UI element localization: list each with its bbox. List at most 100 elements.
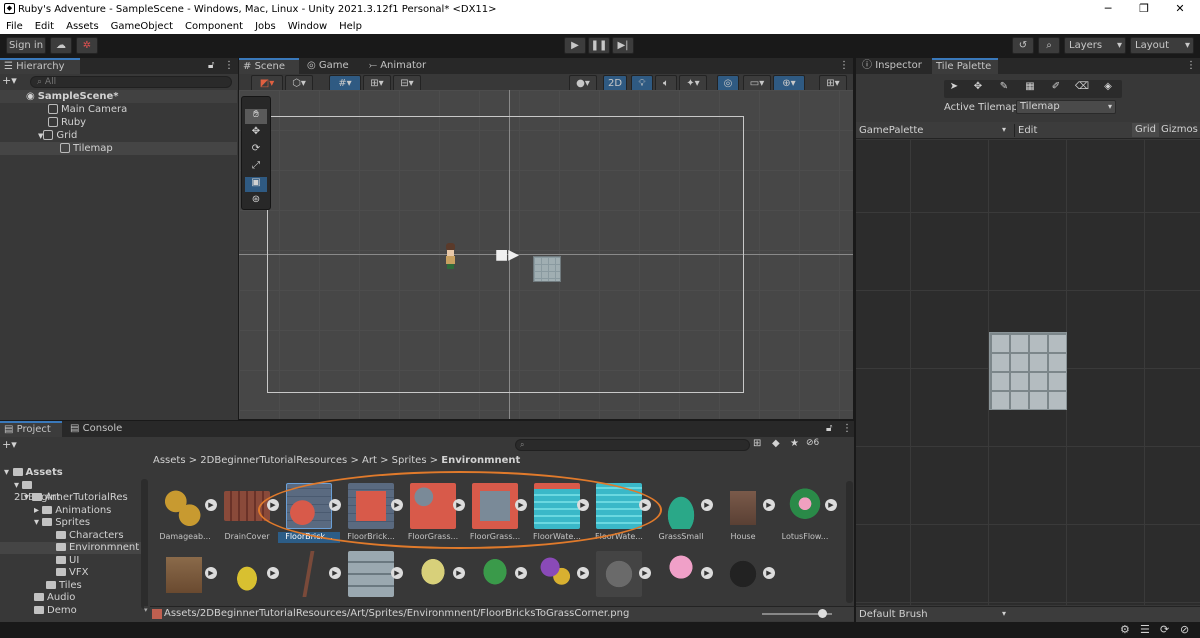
- project-search-input[interactable]: ⌕: [515, 439, 750, 451]
- tree-item-2dbeginner[interactable]: ▾ 2DBeginnerTutorialRes: [0, 480, 145, 503]
- edit-button[interactable]: Edit: [1014, 124, 1037, 137]
- select-tool-icon[interactable]: ➤: [944, 81, 964, 92]
- paint-brush-icon[interactable]: ✎: [994, 81, 1014, 92]
- add-button[interactable]: +▾: [2, 75, 22, 87]
- close-button[interactable]: ✕: [1162, 0, 1198, 18]
- lock-icon[interactable]: 🔓︎: [208, 60, 214, 71]
- favorite-star-icon[interactable]: ★: [790, 438, 799, 449]
- expand-icon[interactable]: ▶: [453, 567, 465, 579]
- scene-viewport[interactable]: ✋︎ ✥ ⟳ ⤢ ▣ ⊛ ■▶: [239, 90, 853, 419]
- slider-handle[interactable]: [818, 609, 827, 618]
- layout-dropdown[interactable]: Layout ▾: [1130, 37, 1194, 54]
- expand-icon[interactable]: ▶: [205, 567, 217, 579]
- tab-console[interactable]: ▤ Console: [66, 421, 136, 437]
- expand-icon[interactable]: ▶: [763, 499, 775, 511]
- tree-item-tiles[interactable]: Tiles: [0, 580, 145, 592]
- asset-scrollbar[interactable]: [846, 481, 853, 603]
- asset-thumb-lotusflower[interactable]: [782, 483, 828, 529]
- active-tilemap-dropdown[interactable]: Tilemap ▾: [1016, 100, 1116, 114]
- expand-icon[interactable]: ▶: [701, 567, 713, 579]
- filter-type-icon[interactable]: ⊞: [753, 438, 761, 449]
- grid-toggle[interactable]: Grid: [1132, 123, 1159, 137]
- add-asset-button[interactable]: +▾: [2, 438, 17, 451]
- asset-thumb-tree-green[interactable]: [472, 551, 518, 597]
- maximize-button[interactable]: ❐: [1126, 0, 1162, 18]
- breadcrumb-assets[interactable]: Assets: [153, 455, 186, 466]
- asset-thumb-tree-yellow[interactable]: [410, 551, 456, 597]
- tab-hierarchy[interactable]: ☰ Hierarchy: [0, 58, 80, 74]
- progress-icon[interactable]: ☰: [1140, 623, 1150, 636]
- menu-gameobject[interactable]: GameObject: [111, 21, 173, 32]
- lock-icon[interactable]: 🔓︎: [826, 423, 832, 434]
- expand-icon[interactable]: ▶: [515, 567, 527, 579]
- hierarchy-item-ruby[interactable]: Ruby: [0, 116, 237, 129]
- menu-help[interactable]: Help: [339, 21, 362, 32]
- scene-root-row[interactable]: ◉ SampleScene*: [0, 90, 237, 103]
- more-icon[interactable]: ⋮: [1186, 60, 1196, 71]
- asset-thumb-damageable[interactable]: [162, 483, 208, 529]
- palette-name-dropdown[interactable]: GamePalette: [859, 125, 923, 136]
- brush-dropdown[interactable]: Default Brush: [859, 609, 928, 620]
- more-icon[interactable]: ⋮: [224, 60, 234, 71]
- expand-icon[interactable]: ▶: [391, 567, 403, 579]
- sign-in-button[interactable]: Sign in: [6, 37, 46, 54]
- hierarchy-item-tilemap[interactable]: Tilemap: [0, 142, 237, 155]
- step-button[interactable]: ▶|: [612, 37, 634, 54]
- tab-animator[interactable]: ⤚ Animator: [365, 58, 435, 74]
- transform-tool-icon[interactable]: ⊛: [245, 194, 267, 209]
- tree-item-demo[interactable]: Demo: [0, 605, 145, 617]
- tree-item-sprites[interactable]: ▾ Sprites: [0, 517, 145, 529]
- asset-thumb-dark[interactable]: [720, 551, 766, 597]
- tree-item-ui[interactable]: UI: [0, 555, 145, 567]
- chevron-down-icon[interactable]: ▾: [1002, 609, 1006, 618]
- asset-thumb-shadow[interactable]: [596, 551, 642, 597]
- cloud-icon[interactable]: ☁: [50, 37, 72, 54]
- tile-sprite[interactable]: [533, 256, 561, 282]
- tree-scrollbar[interactable]: [141, 479, 148, 609]
- history-icon[interactable]: ↺: [1012, 37, 1034, 54]
- asset-thumb-house[interactable]: [720, 483, 766, 529]
- network-icon[interactable]: ⊘: [1180, 623, 1189, 636]
- hidden-packages-icon[interactable]: ⊘6: [806, 438, 819, 448]
- collab-icon[interactable]: ✲: [76, 37, 98, 54]
- tab-scene[interactable]: # Scene: [239, 58, 299, 74]
- menu-jobs[interactable]: Jobs: [255, 21, 276, 32]
- expand-icon[interactable]: ▶: [577, 567, 589, 579]
- tab-inspector[interactable]: ⓘ Inspector: [858, 58, 928, 74]
- hierarchy-item-main-camera[interactable]: Main Camera: [0, 103, 237, 116]
- rect-tool-icon[interactable]: ▣: [245, 177, 267, 192]
- menu-file[interactable]: File: [6, 21, 23, 32]
- tree-item-animations[interactable]: ▸ Animations: [0, 505, 145, 517]
- expand-icon[interactable]: ▶: [329, 567, 341, 579]
- asset-thumb-cotton-candy[interactable]: [658, 551, 704, 597]
- minimize-button[interactable]: ─: [1090, 0, 1126, 18]
- palette-tile[interactable]: [989, 332, 1067, 410]
- move-tool-icon[interactable]: ✥: [968, 81, 988, 92]
- expand-icon[interactable]: ▶: [639, 567, 651, 579]
- eraser-icon[interactable]: ⌫: [1072, 81, 1092, 92]
- tab-tile-palette[interactable]: Tile Palette: [932, 58, 998, 74]
- asset-thumb-tree-purple[interactable]: [534, 551, 580, 597]
- chevron-down-icon[interactable]: ▾: [1002, 125, 1006, 134]
- hierarchy-item-grid[interactable]: ▼ Grid: [0, 129, 237, 142]
- menu-component[interactable]: Component: [185, 21, 243, 32]
- ruby-sprite[interactable]: [444, 243, 456, 269]
- expand-icon[interactable]: ▶: [267, 567, 279, 579]
- rotate-tool-icon[interactable]: ⟳: [245, 143, 267, 158]
- asset-thumb-stick[interactable]: [286, 551, 332, 597]
- gizmos-toggle[interactable]: Gizmos: [1159, 123, 1200, 137]
- breadcrumb-art[interactable]: Art: [362, 455, 377, 466]
- tree-item-vfx[interactable]: VFX: [0, 567, 145, 579]
- scroll-down-icon[interactable]: ▾: [144, 606, 150, 621]
- menu-assets[interactable]: Assets: [66, 21, 99, 32]
- hand-tool-icon[interactable]: ✋︎: [245, 109, 267, 124]
- asset-thumb-coins[interactable]: [224, 551, 270, 597]
- hierarchy-search-input[interactable]: ⌕ All: [30, 76, 232, 88]
- expand-icon[interactable]: ▶: [701, 499, 713, 511]
- camera-gizmo-icon[interactable]: ■▶: [495, 248, 519, 262]
- tree-item-environmnent[interactable]: Environmnent: [0, 542, 145, 554]
- asset-thumb-grasssmall[interactable]: [658, 483, 704, 529]
- menu-edit[interactable]: Edit: [35, 21, 54, 32]
- box-fill-icon[interactable]: ▦: [1020, 81, 1040, 92]
- asset-thumb-crate[interactable]: [162, 551, 208, 597]
